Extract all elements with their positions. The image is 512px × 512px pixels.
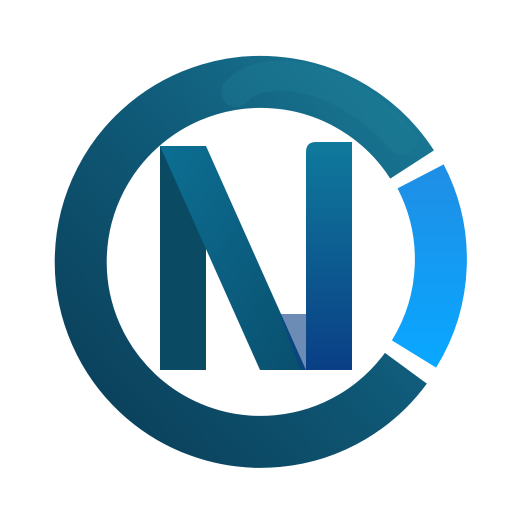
- ring-blue-segment: [391, 164, 467, 368]
- n-circle-logo: [54, 55, 467, 468]
- logo-canvas: [0, 0, 512, 512]
- letter-n-right-stem: [306, 142, 352, 370]
